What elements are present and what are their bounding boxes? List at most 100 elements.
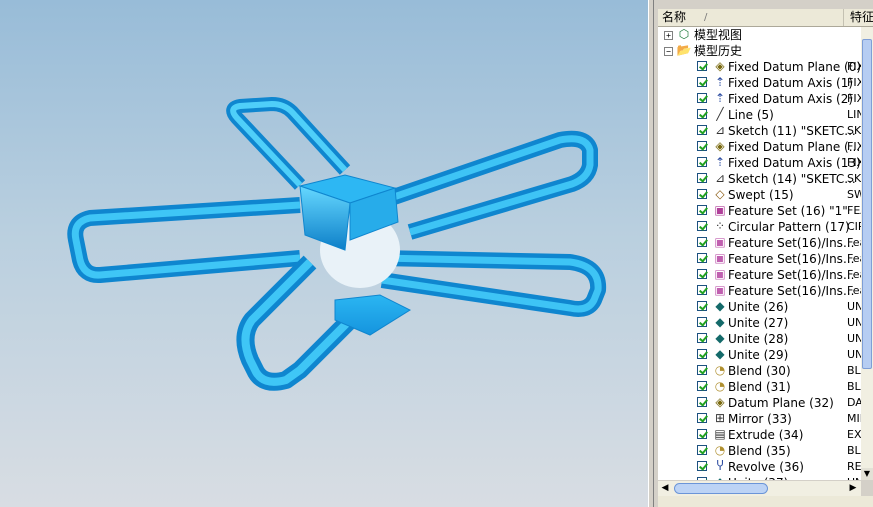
tree-item-label: Feature Set(16)/Ins... [728, 268, 855, 282]
visibility-checkbox[interactable] [697, 189, 707, 199]
tree-item-label: Feature Set(16)/Ins... [728, 284, 855, 298]
scroll-down-arrow-icon[interactable]: ▼ [861, 468, 873, 480]
tree-item[interactable]: ▣Feature Set (16) "1"FEA [658, 203, 861, 219]
horizontal-scroll-thumb[interactable] [674, 483, 768, 494]
visibility-checkbox[interactable] [697, 301, 707, 311]
extrude-icon: ▤ [714, 427, 726, 441]
visibility-checkbox[interactable] [697, 77, 707, 87]
scroll-left-arrow-icon[interactable]: ◀ [658, 481, 672, 496]
visibility-checkbox[interactable] [697, 173, 707, 183]
tree-group-label: 模型历史 [694, 44, 743, 58]
datum-axis-icon: ⇡ [714, 91, 726, 105]
unite-icon: ◆ [715, 347, 725, 361]
visibility-checkbox[interactable] [697, 413, 707, 423]
tree-group-label: 模型视图 [694, 28, 743, 42]
column-header-feature[interactable]: 特征 [846, 9, 873, 26]
tree-item[interactable]: ╱ Line (5) LIN [658, 107, 861, 123]
tree-item[interactable]: ▣Feature Set(16)/Ins...Fea [658, 251, 861, 267]
visibility-checkbox[interactable] [697, 93, 707, 103]
tree-item-label: Blend (35) [728, 444, 791, 458]
model-3d-view[interactable] [0, 0, 648, 507]
vertical-scroll-thumb[interactable] [862, 39, 872, 369]
tree-item-label: Unite (27) [728, 316, 789, 330]
tree-item[interactable]: ▣Feature Set(16)/Ins...Fea [658, 235, 861, 251]
visibility-checkbox[interactable] [697, 205, 707, 215]
visibility-checkbox[interactable] [697, 221, 707, 231]
visibility-checkbox[interactable] [697, 253, 707, 263]
tree-item-label: Feature Set(16)/Ins... [728, 236, 855, 250]
tree-item[interactable]: ⇡ Fixed Datum Axis (2) FIX [658, 91, 861, 107]
tree-item-feature-type: Fea [847, 252, 861, 265]
vertical-scrollbar[interactable]: ▼ [861, 27, 873, 480]
feature-set-icon: ▣ [714, 203, 726, 217]
visibility-checkbox[interactable] [697, 333, 707, 343]
tree-item[interactable]: ◆ Unite (28) UN [658, 331, 861, 347]
tree-item[interactable]: ⁘Circular Pattern (17)CIR [658, 219, 861, 235]
visibility-checkbox[interactable] [697, 269, 707, 279]
tree-item[interactable]: ◇ Swept (15) SW [658, 187, 861, 203]
visibility-checkbox[interactable] [697, 429, 707, 439]
part-model [67, 97, 607, 391]
visibility-checkbox[interactable] [697, 397, 707, 407]
tree-item-feature-type: DAT [847, 396, 861, 409]
visibility-checkbox[interactable] [697, 445, 707, 455]
tree-item[interactable]: ⇡ Fixed Datum Axis (13) FIX [658, 155, 861, 171]
visibility-checkbox[interactable] [697, 381, 707, 391]
sort-indicator-icon: / [704, 12, 708, 23]
tree-item[interactable]: ◔Blend (31) BLE [658, 379, 861, 395]
tree-item[interactable]: ◈ Fixed Datum Plane (0) FIX [658, 59, 861, 75]
visibility-checkbox[interactable] [697, 349, 707, 359]
tree-item[interactable]: ◈Datum Plane (32) DAT [658, 395, 861, 411]
tree-item-label: Fixed Datum Axis (2) [728, 92, 854, 106]
tree-item[interactable]: ◔Blend (30) BLE [658, 363, 861, 379]
tree-group-model-views[interactable]: + ⬡ 模型视图 [658, 27, 861, 43]
horizontal-scrollbar[interactable]: ◀ ▶ [658, 481, 861, 496]
tree-item[interactable]: ⇡ Fixed Datum Axis (1) FIX [658, 75, 861, 91]
visibility-checkbox[interactable] [697, 109, 707, 119]
tree-item-feature-type: UN [847, 316, 861, 329]
tree-item[interactable]: ◆ Unite (26) UN [658, 299, 861, 315]
tree-item[interactable]: ⊿Sketch (14) "SKETC...SKE [658, 171, 861, 187]
expand-toggle-icon[interactable]: − [664, 47, 673, 56]
tree-item[interactable]: ⊞Mirror (33) MIR [658, 411, 861, 427]
visibility-checkbox[interactable] [697, 61, 707, 71]
tree-item[interactable]: ◆Unite (37) UN [658, 475, 861, 480]
blend-icon: ◔ [714, 443, 726, 457]
scroll-right-arrow-icon[interactable]: ▶ [846, 481, 860, 496]
visibility-checkbox[interactable] [697, 477, 707, 480]
tree-item-label: Revolve (36) [728, 460, 804, 474]
unite-icon: ◆ [715, 315, 725, 329]
expand-toggle-icon[interactable]: + [664, 31, 673, 40]
tree-item[interactable]: ◔Blend (35) BLE [658, 443, 861, 459]
column-header-name[interactable]: 名称 / [658, 9, 844, 26]
tree-item-label: Sketch (11) "SKETC... [728, 124, 856, 138]
tree-item[interactable]: ⊿Sketch (11) "SKETC...SKE [658, 123, 861, 139]
visibility-checkbox[interactable] [697, 285, 707, 295]
circular-pattern-icon: ⁘ [714, 219, 726, 233]
unite-icon: ◆ [715, 299, 725, 313]
tree-item[interactable]: ▣Feature Set(16)/Ins...Fea [658, 267, 861, 283]
visibility-checkbox[interactable] [697, 157, 707, 167]
visibility-checkbox[interactable] [697, 141, 707, 151]
graphics-viewport[interactable] [0, 0, 648, 507]
tree-item[interactable]: ◆ Unite (27) UN [658, 315, 861, 331]
tree-item-feature-type: EXT [847, 428, 861, 441]
tree-item[interactable]: ◆ Unite (29) UN [658, 347, 861, 363]
tree-item[interactable]: ▤Extrude (34) EXT [658, 427, 861, 443]
visibility-checkbox[interactable] [697, 317, 707, 327]
feature-set-instance-icon: ▣ [714, 283, 726, 297]
tree-item-feature-type: FIX [847, 60, 861, 73]
tree-item-label: Blend (31) [728, 380, 791, 394]
visibility-checkbox[interactable] [697, 237, 707, 247]
tree-item[interactable]: Ⴤ Revolve (36) REV [658, 459, 861, 475]
visibility-checkbox[interactable] [697, 461, 707, 471]
tree-item-feature-type: FIX [847, 92, 861, 105]
visibility-checkbox[interactable] [697, 125, 707, 135]
folder-open-icon: 📂 [676, 43, 692, 57]
sketch-icon: ⊿ [714, 123, 726, 137]
visibility-checkbox[interactable] [697, 365, 707, 375]
tree-item-label: Datum Plane (32) [728, 396, 834, 410]
tree-group-model-history[interactable]: − 📂 模型历史 [658, 43, 861, 59]
tree-item[interactable]: ▣Feature Set(16)/Ins...Fea [658, 283, 861, 299]
tree-item[interactable]: ◈ Fixed Datum Plane (... FIX [658, 139, 861, 155]
